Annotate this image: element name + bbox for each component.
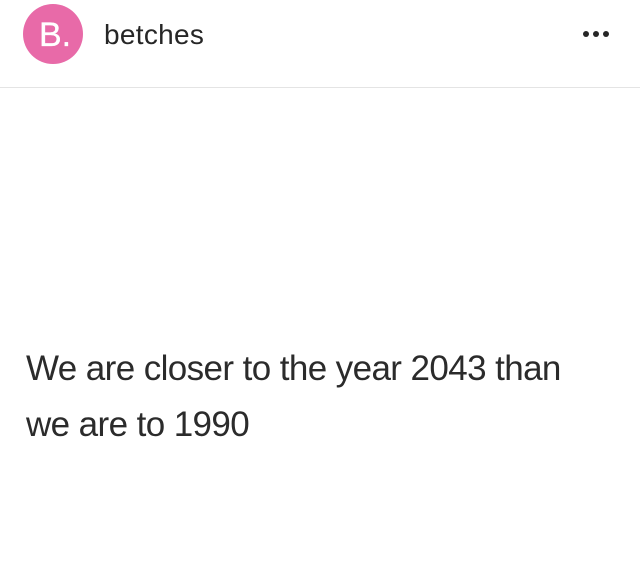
username-link[interactable]: betches xyxy=(104,19,204,51)
post-text-line-1: We are closer to the year 2043 than xyxy=(26,349,561,388)
more-options-icon-dot xyxy=(583,31,589,37)
avatar-logo-text: B. xyxy=(38,15,72,54)
more-options-icon-dot xyxy=(593,31,599,37)
post-image: We are closer to the year 2043 than we a… xyxy=(0,89,640,569)
post-caption-text: We are closer to the year 2043 than we a… xyxy=(26,341,626,453)
post-text-line-2: we are to 1990 xyxy=(26,405,250,444)
more-options-button[interactable] xyxy=(574,20,618,48)
avatar[interactable]: B. xyxy=(23,4,83,64)
post-header: B. betches xyxy=(0,0,640,88)
more-options-icon-dot xyxy=(603,31,609,37)
